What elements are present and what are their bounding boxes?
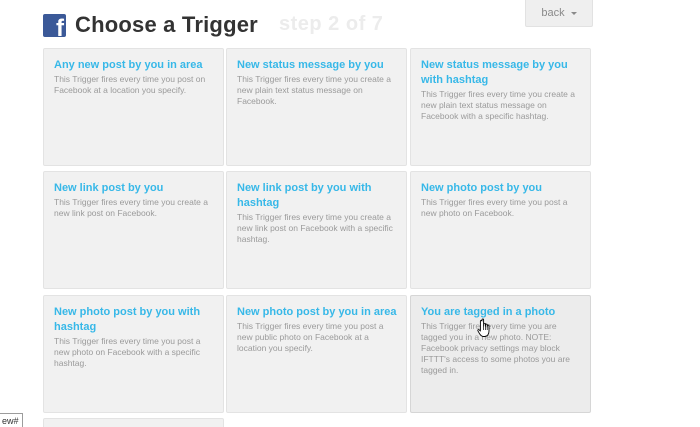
trigger-description: This Trigger fires every time you post a… — [421, 197, 568, 218]
trigger-title: New link post by you with hashtag — [237, 182, 372, 209]
trigger-tile-tagged-in-photo[interactable]: You are tagged in a photo This Trigger f… — [410, 295, 591, 413]
trigger-tile-new-link-post[interactable]: New link post by you This Trigger fires … — [43, 171, 224, 289]
trigger-description: This Trigger fires every time you create… — [237, 212, 393, 244]
trigger-description: This Trigger fires every time you create… — [54, 197, 209, 218]
trigger-tile-new-photo-post-with-hashtag[interactable]: New photo post by you with hashtag This … — [43, 295, 224, 413]
page-header: f Choose a Trigger — [43, 10, 258, 40]
trigger-title: New photo post by you in area — [237, 306, 397, 318]
trigger-title: New link post by you — [54, 182, 164, 194]
facebook-glyph: f — [56, 14, 64, 37]
step-indicator: step 2 of 7 — [279, 13, 384, 35]
url-fragment-tag: ew# — [0, 413, 23, 427]
trigger-description: This Trigger fires every time you are ta… — [421, 321, 571, 375]
trigger-title: New status message by you with hashtag — [421, 59, 568, 86]
trigger-tile-new-status-message-with-hashtag[interactable]: New status message by you with hashtag T… — [410, 48, 591, 166]
trigger-title: New photo post by you with hashtag — [54, 306, 201, 333]
trigger-tile-new-photo-post-in-area[interactable]: New photo post by you in area This Trigg… — [226, 295, 407, 413]
trigger-picker-page: f Choose a Trigger step 2 of 7 back Any … — [0, 0, 700, 427]
trigger-title: New photo post by you — [421, 182, 542, 194]
trigger-tile-new-link-post-with-hashtag[interactable]: New link post by you with hashtag This T… — [226, 171, 407, 289]
page-title: Choose a Trigger — [75, 12, 258, 37]
trigger-title: Any new post by you in area — [54, 59, 203, 71]
trigger-tile-new-photo-post[interactable]: New photo post by you This Trigger fires… — [410, 171, 591, 289]
trigger-tile-partial[interactable] — [43, 418, 224, 427]
trigger-title: New status message by you — [237, 59, 384, 71]
trigger-description: This Trigger fires every time you create… — [421, 89, 576, 121]
back-button-label: back — [541, 7, 565, 19]
facebook-icon: f — [43, 13, 66, 37]
trigger-description: This Trigger fires every time you post a… — [237, 321, 384, 353]
trigger-description: This Trigger fires every time you post o… — [54, 74, 206, 95]
back-button[interactable]: back — [525, 0, 593, 27]
trigger-description: This Trigger fires every time you post a… — [54, 336, 201, 368]
trigger-description: This Trigger fires every time you create… — [237, 74, 392, 106]
trigger-tile-any-new-post-in-area[interactable]: Any new post by you in area This Trigger… — [43, 48, 224, 166]
trigger-tile-new-status-message[interactable]: New status message by you This Trigger f… — [226, 48, 407, 166]
caret-down-icon — [570, 11, 577, 15]
trigger-title: You are tagged in a photo — [421, 306, 556, 318]
